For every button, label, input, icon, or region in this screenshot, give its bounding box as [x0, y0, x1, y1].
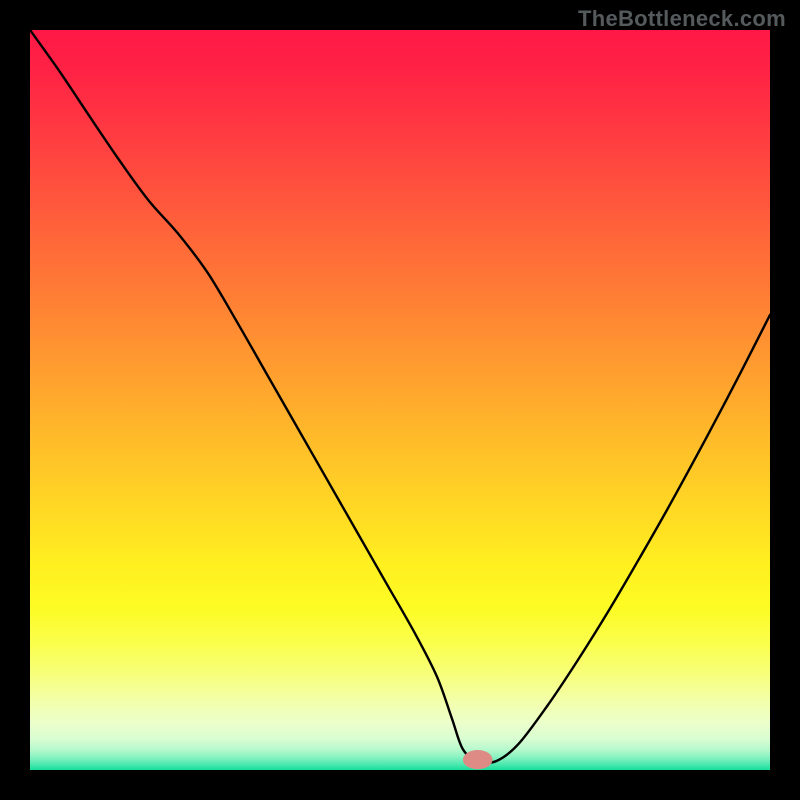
plot-area: [30, 30, 770, 770]
optimum-marker: [463, 750, 493, 769]
gradient-background: [30, 30, 770, 770]
bottleneck-chart: [30, 30, 770, 770]
chart-frame: TheBottleneck.com: [0, 0, 800, 800]
watermark-text: TheBottleneck.com: [578, 6, 786, 32]
